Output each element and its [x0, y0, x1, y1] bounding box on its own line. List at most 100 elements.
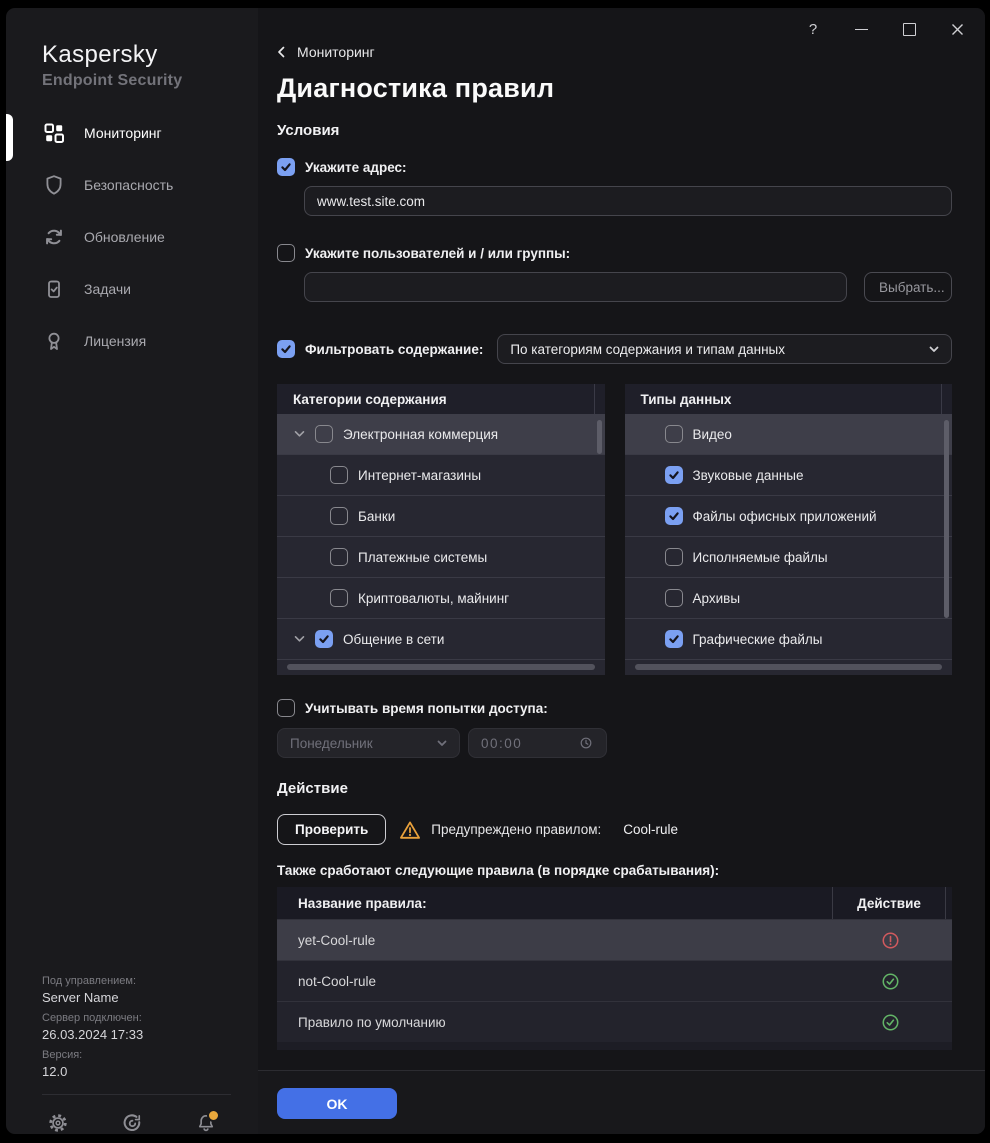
category-checkbox[interactable] [330, 589, 348, 607]
brand-product: Endpoint Security [42, 72, 183, 89]
maximize-button[interactable] [885, 8, 933, 50]
filter-mode-select[interactable]: По категориям содержания и типам данных [497, 334, 952, 364]
category-row[interactable]: Электронная коммерция [277, 414, 605, 455]
datatype-row[interactable]: Графические файлы [624, 619, 952, 660]
address-checkbox[interactable] [277, 158, 295, 176]
check-icon [281, 163, 291, 172]
filter-panels: Категории содержания Электронная коммерц… [277, 384, 952, 675]
sidebar-item-tasks[interactable]: Задачи [6, 263, 258, 315]
check-button[interactable]: Проверить [277, 814, 387, 845]
address-input[interactable] [304, 186, 952, 216]
chevron-down-icon[interactable] [294, 430, 305, 438]
warning-icon [400, 821, 421, 839]
vertical-scrollbar-thumb[interactable] [596, 420, 602, 454]
datatype-label: Звуковые данные [692, 467, 804, 483]
notification-dot [207, 1109, 220, 1122]
support-button[interactable] [121, 1112, 143, 1134]
conditions-heading: Условия [277, 122, 340, 139]
category-checkbox[interactable] [330, 466, 348, 484]
page-content: Мониторинг Диагностика правил Условия Ук… [258, 8, 985, 1070]
datatype-row[interactable]: Видео [624, 414, 952, 455]
back-link-label: Мониторинг [297, 44, 375, 60]
category-row[interactable]: Платежные системы [277, 537, 605, 578]
sidebar-item-label: Задачи [84, 281, 132, 297]
datatypes-panel-header: Типы данных [624, 384, 952, 414]
datatype-checkbox[interactable] [664, 589, 683, 607]
sidebar-item-update[interactable]: Обновление [6, 211, 258, 263]
rules-table-header: Название правила: Действие [277, 887, 952, 919]
brand-logo: Kaspersky Endpoint Security [6, 42, 258, 91]
close-button[interactable] [933, 8, 981, 50]
horizontal-scrollbar-thumb[interactable] [634, 664, 942, 670]
blocked-icon [882, 932, 898, 948]
datatype-checkbox[interactable] [664, 548, 683, 566]
settings-button[interactable] [47, 1112, 69, 1134]
sidebar-item-monitoring[interactable]: Мониторинг [6, 107, 258, 159]
category-label: Интернет-магазины [358, 467, 482, 483]
time-checkbox[interactable] [277, 699, 295, 717]
award-icon [42, 329, 66, 353]
page-title: Диагностика правил [277, 73, 555, 103]
sidebar-item-security[interactable]: Безопасность [6, 159, 258, 211]
minimize-button[interactable] [837, 8, 885, 50]
users-input[interactable] [304, 272, 847, 302]
choose-button[interactable]: Выбрать... [864, 272, 952, 302]
table-row[interactable]: yet-Cool-rule [277, 919, 952, 960]
scrollbar-gutter-divider [593, 384, 595, 414]
filter-checkbox[interactable] [277, 340, 295, 358]
category-row[interactable]: Банки [277, 496, 605, 537]
main-area: Мониторинг Диагностика правил Условия Ук… [258, 8, 985, 1134]
table-row[interactable]: Правило по умолчанию [277, 1001, 952, 1042]
horizontal-scrollbar-thumb[interactable] [287, 664, 595, 670]
maximize-icon [902, 22, 916, 36]
datatype-label: Видео [692, 426, 732, 442]
category-label: Платежные системы [358, 549, 488, 565]
category-checkbox[interactable] [330, 507, 348, 525]
category-row[interactable]: Общение в сети [277, 619, 605, 660]
rule-name-cell: Правило по умолчанию [298, 1014, 446, 1030]
datatypes-panel: Типы данных Видео Звуковые данные Файлы … [624, 384, 952, 675]
check-icon [281, 345, 291, 354]
chevron-down-icon[interactable] [294, 635, 305, 643]
datatype-row[interactable]: Исполняемые файлы [624, 537, 952, 578]
horizontal-scrollbar [624, 660, 952, 675]
datatype-row[interactable]: Архивы [624, 578, 952, 619]
category-checkbox[interactable] [330, 548, 348, 566]
rule-name-cell: not-Cool-rule [298, 973, 377, 989]
categories-panel: Категории содержания Электронная коммерц… [277, 384, 605, 675]
filter-label: Фильтровать содержание: [305, 341, 484, 357]
datatype-checkbox[interactable] [664, 466, 683, 484]
sidebar-item-label: Мониторинг [84, 125, 162, 141]
vertical-scrollbar-thumb[interactable] [944, 420, 949, 618]
sidebar-footer-divider [42, 1094, 231, 1095]
category-checkbox[interactable] [315, 630, 333, 648]
datatype-row[interactable]: Файлы офисных приложений [624, 496, 952, 537]
datatype-checkbox[interactable] [664, 507, 683, 525]
dashboard-icon [42, 121, 66, 145]
time-input[interactable]: 00:00 [468, 728, 607, 758]
datatype-checkbox[interactable] [664, 630, 683, 648]
datatype-checkbox[interactable] [664, 425, 683, 443]
category-row[interactable]: Интернет-магазины [277, 455, 605, 496]
back-link[interactable]: Мониторинг [277, 44, 375, 60]
category-row[interactable]: Криптовалюты, майнинг [277, 578, 605, 619]
allowed-icon [882, 973, 898, 989]
app-window: ? Kaspersky Endpoint Security Мониторинг… [6, 8, 985, 1134]
server-connected-value: 26.03.2024 17:33 [42, 1027, 144, 1042]
sidebar-item-license[interactable]: Лицензия [6, 315, 258, 367]
day-select[interactable]: Понедельник [277, 728, 460, 758]
rule-name-column-header: Название правила: [298, 895, 427, 911]
chevron-down-icon [437, 740, 447, 746]
datatype-label: Исполняемые файлы [692, 549, 828, 565]
ok-button[interactable]: OK [277, 1088, 397, 1119]
time-condition-row: Учитывать время попытки доступа: [277, 699, 952, 717]
notifications-button[interactable] [195, 1109, 220, 1134]
allowed-icon [882, 1014, 898, 1030]
table-row[interactable]: not-Cool-rule [277, 960, 952, 1001]
users-checkbox[interactable] [277, 244, 295, 262]
main-footer: OK [258, 1070, 985, 1134]
help-button[interactable]: ? [789, 8, 837, 50]
datatype-row[interactable]: Звуковые данные [624, 455, 952, 496]
sidebar-item-label: Обновление [84, 229, 165, 245]
category-checkbox[interactable] [315, 425, 333, 443]
